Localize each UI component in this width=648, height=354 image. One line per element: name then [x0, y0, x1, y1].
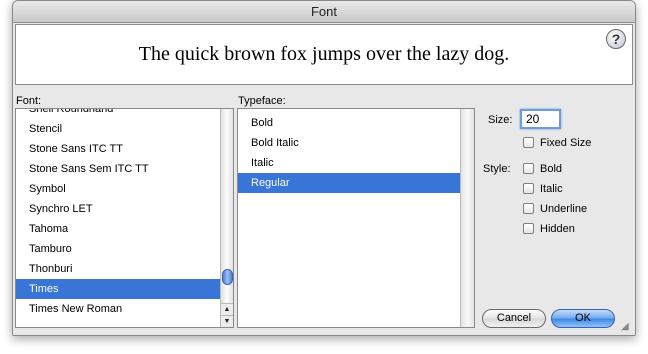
style-hidden-label: Hidden [540, 223, 575, 235]
style-underline-label: Underline [540, 203, 588, 215]
font-item-times[interactable]: Times [16, 279, 222, 299]
cancel-button[interactable]: Cancel [482, 309, 546, 328]
font-dialog: Font The quick brown fox jumps over the … [12, 0, 636, 336]
scroll-thumb[interactable] [222, 269, 233, 285]
size-input[interactable] [520, 109, 561, 129]
font-item-tamburo[interactable]: Tamburo [16, 239, 222, 259]
font-item-stone-sans-sem-itc-tt[interactable]: Stone Sans Sem ITC TT [16, 159, 222, 179]
font-item-thonburi[interactable]: Thonburi [16, 259, 222, 279]
font-item-times-new-roman[interactable]: Times New Roman [16, 299, 222, 319]
size-label: Size: [488, 114, 513, 126]
font-list-label: Font: [16, 95, 42, 107]
font-item-snell-roundhand[interactable]: Snell Roundhand [16, 109, 222, 119]
font-list[interactable]: Snell Roundhand Stencil Stone Sans ITC T… [15, 108, 234, 328]
resize-grip-icon[interactable]: ◢ [621, 321, 632, 332]
font-item-stone-sans-itc-tt[interactable]: Stone Sans ITC TT [16, 139, 222, 159]
fixed-size-label: Fixed Size [540, 137, 592, 149]
font-item-symbol[interactable]: Symbol [16, 179, 222, 199]
style-bold-label: Bold [540, 163, 563, 175]
scroll-up-arrow-icon[interactable]: ▲ [221, 303, 233, 315]
typeface-item-bold-italic[interactable]: Bold Italic [238, 133, 462, 153]
style-italic-label: Italic [540, 183, 563, 195]
style-label: Style: [483, 163, 511, 175]
preview-text: The quick brown fox jumps over the lazy … [138, 43, 510, 65]
font-item-stencil[interactable]: Stencil [16, 119, 222, 139]
checkbox-box[interactable] [523, 163, 534, 174]
style-hidden-checkbox[interactable]: Hidden [523, 222, 575, 236]
typeface-item-bold[interactable]: Bold [238, 113, 462, 133]
font-item-synchro-let[interactable]: Synchro LET [16, 199, 222, 219]
style-bold-checkbox[interactable]: Bold [523, 162, 562, 176]
style-italic-checkbox[interactable]: Italic [523, 182, 563, 196]
window-title: Font [310, 4, 337, 19]
font-list-scrollbar[interactable]: ▲ ▼ [220, 109, 233, 327]
font-item-tahoma[interactable]: Tahoma [16, 219, 222, 239]
typeface-list[interactable]: Bold Bold Italic Italic Regular [237, 108, 475, 328]
style-underline-checkbox[interactable]: Underline [523, 202, 587, 216]
typeface-list-label: Typeface: [238, 95, 286, 107]
typeface-item-regular[interactable]: Regular [238, 173, 462, 193]
preview-area: The quick brown fox jumps over the lazy … [15, 24, 633, 85]
checkbox-box[interactable] [523, 183, 534, 194]
checkbox-box[interactable] [523, 137, 534, 148]
fixed-size-checkbox[interactable]: Fixed Size [523, 136, 591, 150]
help-button[interactable]: ? [606, 29, 626, 49]
ok-button[interactable]: OK [551, 309, 615, 328]
scroll-down-arrow-icon[interactable]: ▼ [221, 315, 233, 327]
checkbox-box[interactable] [523, 223, 534, 234]
title-bar[interactable]: Font [13, 1, 635, 23]
typeface-item-italic[interactable]: Italic [238, 153, 462, 173]
checkbox-box[interactable] [523, 203, 534, 214]
typeface-list-scrollbar[interactable] [460, 109, 474, 327]
